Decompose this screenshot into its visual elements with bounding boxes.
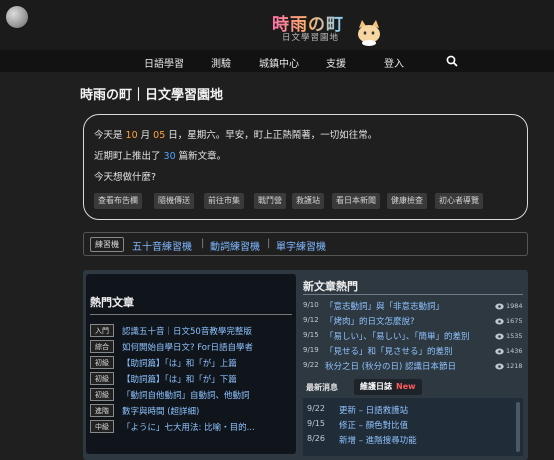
log-scrollbar[interactable] — [516, 402, 520, 452]
practice-label: 練習機 — [90, 237, 124, 252]
log-date: 9/22 — [307, 404, 325, 413]
new-article-link[interactable]: 秋分之日 (秋分の日) 認識日本節日 — [325, 360, 456, 372]
tag-battle-camp[interactable]: 戰鬥營 — [254, 193, 286, 209]
eye-icon — [495, 318, 504, 325]
level-badge: 中級 — [90, 420, 114, 433]
tag-beginner-guide[interactable]: 初心者導覽 — [435, 193, 483, 209]
greeting-question: 今天想做什麼? — [94, 172, 157, 183]
new-articles-title: 新文章熱門 — [303, 280, 358, 293]
nav-item-quiz[interactable]: 測驗 — [211, 55, 231, 70]
view-count: 1436 — [506, 347, 523, 355]
log-link[interactable]: 新增 – 進階搜尋功能 — [339, 434, 417, 446]
eye-icon — [495, 333, 504, 340]
tag-health-check[interactable]: 健康檢查 — [387, 193, 427, 209]
view-count: 1984 — [506, 302, 523, 310]
greeting-month: 10 — [125, 130, 138, 141]
new-article-link[interactable]: 「見せる」和「見させる」的差別 — [325, 345, 453, 357]
hot-article-link[interactable]: 【助詞篇】「は」和「が」上篇 — [122, 357, 237, 369]
eye-icon — [495, 348, 504, 355]
hot-article-link[interactable]: 如何開始自學日文? For日語自學者 — [122, 341, 253, 353]
hot-article-link[interactable]: 「動詞自他動詞」自動詞、他動詞 — [122, 389, 250, 401]
practice-bar: 練習機 五十音練習機 | 動詞練習機 | 單字練習機 — [83, 232, 528, 256]
greeting-card: 今天是 10 月 05 日，星期六。早安，町上正熱鬧著，一切如往常。 近期町上推… — [83, 114, 528, 220]
log-link[interactable]: 更新 – 日語救護站 — [339, 404, 408, 416]
tag-random-teleport[interactable]: 隨機傳送 — [154, 193, 194, 209]
maintenance-log-list: 9/22 更新 – 日語救護站 9/15 修正 – 顏色對比值 8/26 新增 – 進… — [303, 398, 523, 456]
view-count: 1218 — [506, 362, 523, 370]
site-header: 時雨の町 日文學習園地 — [0, 0, 554, 50]
divider — [303, 294, 523, 295]
practice-separator: | — [201, 238, 205, 249]
link-verb-practice[interactable]: 動詞練習機 — [210, 238, 260, 253]
level-badge: 進階 — [90, 404, 114, 417]
level-badge: 初級 — [90, 388, 114, 401]
greeting-new-count: 30 — [163, 151, 176, 162]
new-article-item[interactable]: 9/22 秋分之日 (秋分の日) 認識日本節日 1218 — [303, 360, 523, 374]
new-badge: New — [396, 382, 416, 391]
new-article-item[interactable]: 9/12 「烤肉」的日文怎麼說? 1675 — [303, 315, 523, 329]
tab-maintenance-log[interactable]: 維護日誌 New — [354, 379, 422, 395]
link-kana-practice[interactable]: 五十音練習機 — [132, 238, 192, 253]
site-subtitle: 日文學習園地 — [282, 33, 340, 43]
new-article-item[interactable]: 9/10 「意志動詞」與「非意志動詞」 1984 — [303, 300, 523, 314]
new-article-link[interactable]: 「意志動詞」與「非意志動詞」 — [325, 300, 444, 312]
level-badge: 入門 — [90, 324, 114, 337]
hot-article-link[interactable]: 數字與時間 (超詳細) — [122, 405, 199, 417]
tag-japan-news[interactable]: 看日本新聞 — [332, 193, 380, 209]
search-icon[interactable] — [446, 55, 458, 67]
log-date: 9/15 — [307, 419, 325, 428]
greeting-text: 月 — [137, 130, 154, 141]
hot-articles: 熱門文章 入門 認識五十音｜日文50音教學完整版 綜合 如何開始自學日文? For日… — [86, 274, 296, 454]
nav-item-support[interactable]: 支援 — [326, 55, 346, 70]
greeting-text: 今天是 — [94, 130, 126, 141]
hot-article-link[interactable]: 【助詞篇】「は」和「が」下篇 — [122, 373, 237, 385]
practice-separator: | — [267, 238, 271, 249]
new-article-item[interactable]: 9/15 「易しい」、「易しい」、「簡単」的差別 1535 — [303, 330, 523, 344]
cat-mascot-icon — [358, 20, 380, 46]
link-vocab-practice[interactable]: 單字練習機 — [276, 238, 326, 253]
greeting-text: 篇新文章。 — [175, 151, 227, 162]
nav-item-japanese-learning[interactable]: 日語學習 — [144, 55, 184, 70]
tag-bulletin-board[interactable]: 查看布告欄 — [94, 193, 142, 209]
eye-icon — [495, 363, 504, 370]
level-badge: 初級 — [90, 356, 114, 369]
tag-market[interactable]: 前往市集 — [204, 193, 244, 209]
new-article-item[interactable]: 9/19 「見せる」和「見させる」的差別 1436 — [303, 345, 523, 359]
hot-article-link[interactable]: 認識五十音｜日文50音教學完整版 — [122, 325, 252, 337]
log-link[interactable]: 修正 – 顏色對比值 — [339, 419, 408, 431]
article-date: 9/19 — [303, 346, 319, 354]
greeting-date-line: 今天是 10 月 05 日，星期六。早安，町上正熱鬧著，一切如往常。 — [94, 127, 377, 141]
hot-articles-title: 熱門文章 — [90, 296, 134, 309]
article-date: 9/10 — [303, 301, 319, 309]
eye-icon — [495, 303, 504, 310]
level-badge: 初級 — [90, 372, 114, 385]
greeting-text: 近期町上推出了 — [94, 151, 164, 162]
nav-item-login[interactable]: 登入 — [384, 55, 404, 70]
log-date: 8/26 — [307, 434, 325, 443]
nav-item-town-center[interactable]: 城鎮中心 — [259, 55, 299, 70]
moon-icon[interactable] — [6, 6, 28, 28]
article-date: 9/22 — [303, 361, 319, 369]
hot-article-link[interactable]: 「ように」七大用法: 比喻・目的... — [122, 421, 255, 433]
greeting-text: 日，星期六。早安，町上正熱鬧著，一切如往常。 — [165, 130, 378, 141]
level-badge: 綜合 — [90, 340, 114, 353]
article-date: 9/15 — [303, 331, 319, 339]
view-count: 1675 — [506, 317, 523, 325]
view-count: 1535 — [506, 332, 523, 340]
greeting-day: 05 — [153, 130, 166, 141]
new-article-link[interactable]: 「烤肉」的日文怎麼說? — [325, 315, 415, 327]
divider — [90, 314, 292, 315]
page-title: 時雨の町｜日文學習園地 — [80, 88, 224, 103]
main-nav: 日語學習 測驗 城鎮中心 支援 登入 — [0, 50, 554, 72]
tab-latest-news[interactable]: 最新消息 — [306, 382, 338, 393]
tag-first-aid[interactable]: 救護站 — [292, 193, 324, 209]
greeting-new-articles-line: 近期町上推出了 30 篇新文章。 — [94, 148, 226, 162]
tab-log-label: 維護日誌 — [360, 382, 392, 391]
article-date: 9/12 — [303, 316, 319, 324]
new-article-link[interactable]: 「易しい」、「易しい」、「簡単」的差別 — [325, 330, 470, 342]
